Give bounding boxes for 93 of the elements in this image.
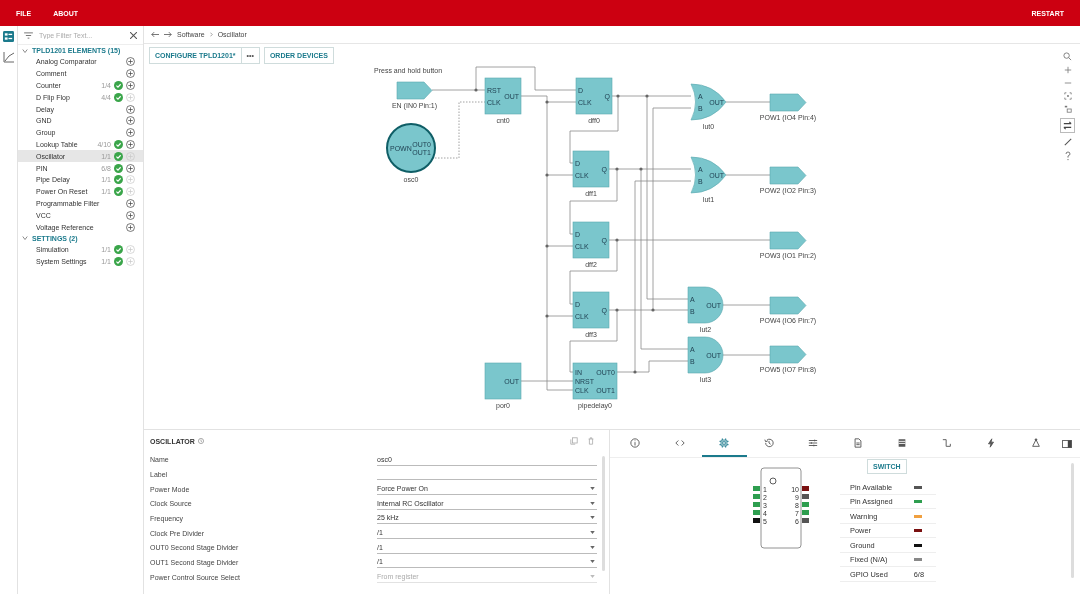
add-icon[interactable]: [126, 210, 135, 220]
search-icon[interactable]: [1063, 51, 1072, 61]
junction-dot: [545, 173, 549, 177]
junction-dot: [545, 100, 549, 104]
forward-icon[interactable]: [164, 31, 172, 38]
output-port[interactable]: [769, 93, 807, 112]
pin-marker[interactable]: [753, 518, 760, 524]
lightning-icon: [986, 437, 997, 448]
or-gate[interactable]: [690, 83, 727, 121]
add-icon[interactable]: [126, 128, 135, 138]
network-icon: [1030, 437, 1041, 448]
back-icon[interactable]: [151, 31, 159, 38]
chevron-down-icon[interactable]: [22, 235, 28, 242]
wire: [722, 304, 771, 306]
history-icon: [763, 437, 774, 448]
chip-icon: [719, 437, 730, 448]
scrollbar[interactable]: [1071, 463, 1074, 579]
junction-dot: [616, 94, 620, 98]
or-gate[interactable]: [690, 156, 727, 194]
pin-marker[interactable]: [802, 510, 809, 516]
junction-dot: [615, 238, 619, 242]
output-port[interactable]: [769, 231, 807, 250]
caret-icon[interactable]: [590, 516, 595, 520]
wire: [725, 101, 771, 103]
output-port[interactable]: [769, 345, 807, 364]
code-icon: [674, 437, 685, 448]
delete-icon[interactable]: [587, 437, 595, 446]
chevron-down-icon[interactable]: [22, 47, 28, 54]
add-icon[interactable]: [126, 222, 135, 232]
caret-icon[interactable]: [590, 501, 595, 505]
add-icon[interactable]: [126, 69, 135, 79]
document-icon: [852, 437, 863, 448]
output-port[interactable]: [769, 166, 807, 185]
add-icon[interactable]: [126, 198, 135, 208]
add-icon[interactable]: [126, 163, 135, 173]
junction-dot: [645, 94, 649, 98]
logic-block[interactable]: [575, 77, 613, 115]
zoom-in-icon[interactable]: [1063, 65, 1072, 74]
junction-dot: [615, 167, 619, 171]
pin-marker[interactable]: [753, 510, 760, 516]
wire: [725, 174, 771, 176]
pin-marker[interactable]: [802, 518, 809, 524]
caret-icon[interactable]: [590, 560, 595, 564]
step-line-icon: [941, 437, 952, 448]
chevron-right-icon: [209, 32, 213, 37]
panel-toggle-icon[interactable]: [1062, 439, 1072, 448]
and-gate[interactable]: [687, 286, 724, 324]
pin-marker[interactable]: [753, 486, 760, 492]
copy-icon[interactable]: [570, 437, 578, 446]
and-gate[interactable]: [687, 336, 724, 374]
pin-marker[interactable]: [802, 486, 809, 492]
logic-block[interactable]: [572, 291, 610, 329]
layout-icon[interactable]: [1063, 104, 1072, 113]
close-icon[interactable]: [130, 31, 137, 39]
list-icon[interactable]: [3, 31, 14, 42]
brush-icon[interactable]: [1063, 137, 1072, 146]
add-icon[interactable]: [126, 116, 135, 126]
pin-marker[interactable]: [753, 502, 760, 508]
junction-dot: [633, 370, 637, 374]
scrollbar[interactable]: [602, 456, 605, 572]
logic-block[interactable]: [484, 362, 522, 400]
pin-marker[interactable]: [802, 502, 809, 508]
wire: [722, 354, 771, 356]
add-icon[interactable]: [126, 104, 135, 114]
logic-block[interactable]: [572, 150, 610, 188]
junction-dot: [545, 314, 549, 318]
caret-icon[interactable]: [590, 531, 595, 535]
caret-icon[interactable]: [590, 487, 595, 490]
memory-icon: [897, 437, 908, 448]
oscillator-symbol[interactable]: [386, 122, 436, 173]
pin-marker[interactable]: [753, 494, 760, 500]
swap-icon[interactable]: [1060, 117, 1075, 133]
fit-view-icon[interactable]: [1063, 91, 1072, 100]
chart-icon[interactable]: [2, 51, 15, 63]
add-icon[interactable]: [126, 139, 135, 149]
pin-one-marker: [769, 477, 777, 485]
junction-dot: [651, 308, 655, 312]
sliders-icon: [808, 437, 819, 448]
output-port[interactable]: [769, 296, 807, 315]
junction-dot: [474, 88, 478, 92]
caret-icon[interactable]: [590, 545, 595, 549]
logic-block[interactable]: [484, 77, 522, 115]
info-icon: [630, 437, 641, 448]
input-port[interactable]: [396, 81, 433, 100]
junction-dot: [615, 308, 619, 312]
logic-block[interactable]: [572, 221, 610, 259]
logic-block[interactable]: [572, 362, 618, 400]
add-icon[interactable]: [126, 57, 135, 67]
add-icon[interactable]: [126, 81, 135, 90]
junction-dot: [639, 167, 643, 171]
filter-icon[interactable]: [24, 31, 33, 39]
pin-marker[interactable]: [802, 494, 809, 500]
junction-dot: [545, 244, 549, 248]
